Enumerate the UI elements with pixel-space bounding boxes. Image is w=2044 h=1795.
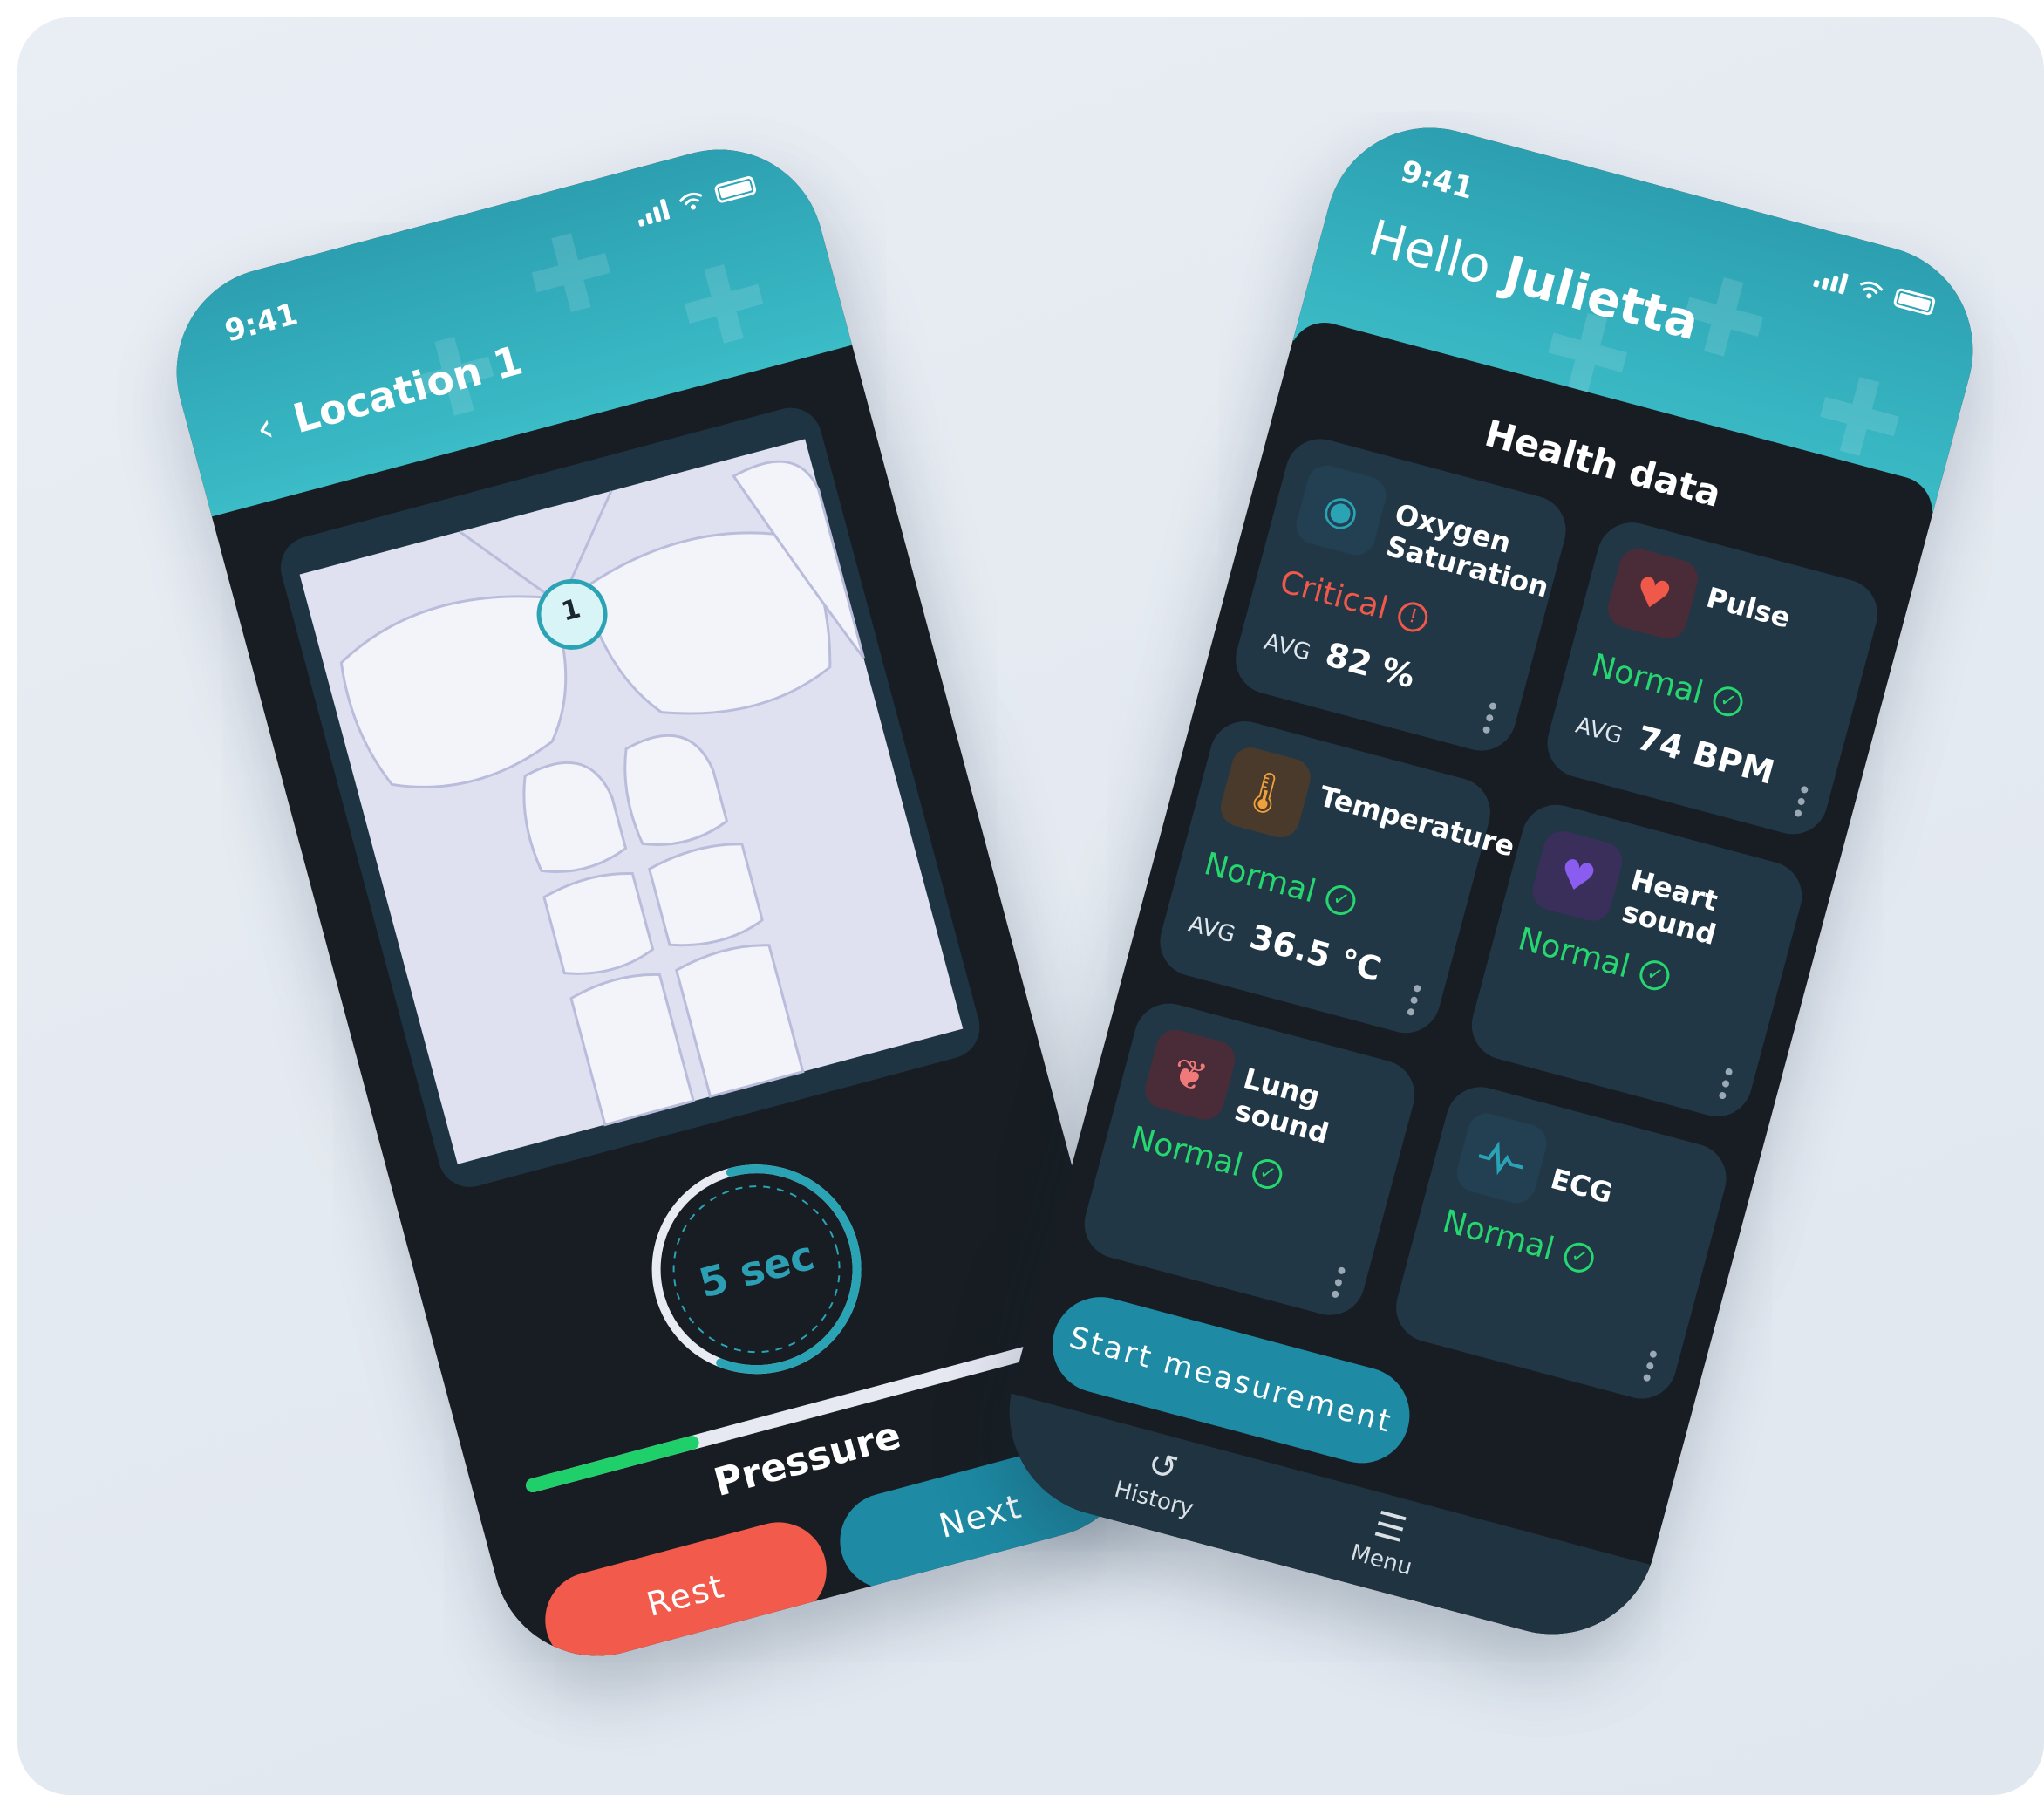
- background-canvas: ✚ ✚ ✚ 9:41 ‹ Location 1 1 5 sec Pressure…: [17, 17, 2044, 1795]
- greeting: Hello Julietta: [1363, 209, 1705, 351]
- heart-pulse-icon: ♥: [1604, 544, 1702, 644]
- card-title: Pulse: [1702, 580, 1795, 635]
- more-options-icon[interactable]: [1642, 1349, 1659, 1382]
- check-icon: ✓: [1322, 881, 1359, 918]
- ecg-icon: [1452, 1109, 1551, 1208]
- status-text: Normal: [1127, 1120, 1247, 1184]
- status-time: 9:41: [1397, 154, 1478, 207]
- signal-icon: [634, 197, 671, 228]
- more-options-icon[interactable]: [1331, 1266, 1347, 1299]
- card-title: Temperature: [1315, 779, 1518, 863]
- status-text: Normal: [1587, 647, 1707, 712]
- battery-icon: [1892, 287, 1937, 317]
- avg-value: 74 BPM: [1632, 718, 1779, 792]
- card-title: Oxygen Saturation: [1382, 496, 1553, 604]
- wifi-icon: [678, 192, 703, 210]
- card-title: Heart sound: [1618, 863, 1721, 952]
- thermometer-icon: 🌡: [1216, 743, 1315, 842]
- avg-label: AVG: [1185, 911, 1238, 949]
- card-title: ECG: [1547, 1162, 1617, 1211]
- phone-health-dashboard: ✚ ✚ ✚ 9:41 Hello Julietta Health data ◉ …: [985, 104, 1997, 1658]
- status-text: Normal: [1514, 921, 1634, 986]
- tab-menu[interactable]: ☰ Menu: [1319, 1491, 1455, 1589]
- avg-label: AVG: [1572, 712, 1625, 750]
- avg-value: 82 %: [1321, 634, 1420, 696]
- avg-value: 36.5 °C: [1245, 917, 1386, 989]
- lungs-icon: ❦: [1141, 1025, 1240, 1124]
- more-options-icon[interactable]: [1482, 701, 1499, 734]
- more-options-icon[interactable]: [1407, 984, 1423, 1017]
- greeting-text: Hello: [1363, 209, 1497, 297]
- status-icons: [1813, 264, 1937, 317]
- more-options-icon[interactable]: [1794, 785, 1810, 818]
- signal-icon: [1813, 264, 1850, 295]
- back-button[interactable]: ‹: [238, 401, 291, 454]
- battery-icon: [713, 174, 758, 204]
- tab-history[interactable]: ↺ History: [1092, 1430, 1227, 1528]
- status-time: 9:41: [221, 296, 302, 350]
- alert-icon: !: [1394, 598, 1432, 635]
- oxygen-icon: ◉: [1291, 461, 1391, 560]
- status-text: Normal: [1200, 846, 1320, 911]
- wifi-icon: [1859, 281, 1884, 299]
- card-title: Lung sound: [1231, 1061, 1332, 1150]
- check-icon: ✓: [1636, 956, 1673, 993]
- card-average: AVG 74 BPM: [1572, 702, 1779, 792]
- status-icons: [634, 174, 758, 228]
- avg-label: AVG: [1261, 628, 1314, 666]
- card-average: AVG 36.5 °C: [1185, 901, 1386, 989]
- check-icon: ✓: [1561, 1239, 1598, 1276]
- check-icon: ✓: [1249, 1155, 1286, 1192]
- card-status: Normal ✓: [1439, 1204, 1598, 1279]
- heart-sound-icon: ♥: [1528, 827, 1627, 925]
- more-options-icon[interactable]: [1718, 1068, 1734, 1100]
- check-icon: ✓: [1710, 683, 1747, 720]
- status-text: Normal: [1438, 1203, 1558, 1268]
- status-text: Critical: [1276, 563, 1392, 627]
